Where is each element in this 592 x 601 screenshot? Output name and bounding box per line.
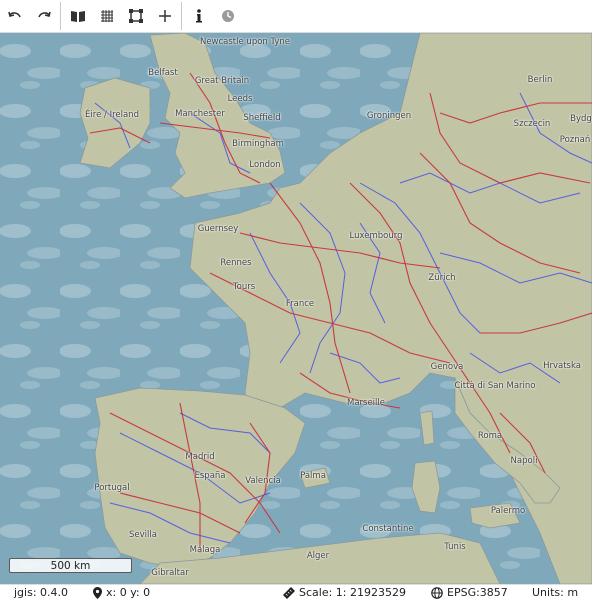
- open-layer-browser-button[interactable]: [63, 0, 92, 33]
- temporal-controller-button[interactable]: [213, 0, 242, 33]
- map-view[interactable]: Newcastle upon Tyne Belfast Great Britai…: [0, 33, 592, 584]
- ruler-icon: [283, 586, 295, 599]
- map-label: Alger: [306, 551, 330, 561]
- map-label: Hrvatska: [543, 361, 581, 371]
- toolbar: [0, 0, 592, 33]
- version-indicator: jgis: 0.4.0: [14, 586, 68, 599]
- add-raster-layer-button[interactable]: [92, 0, 121, 33]
- map-label: Madrid: [185, 452, 215, 462]
- add-vector-layer-button[interactable]: [121, 0, 150, 33]
- map-label: Palermo: [490, 506, 526, 516]
- map-label: Berlin: [527, 75, 553, 85]
- map-label: Valencia: [245, 476, 281, 486]
- map-label: Luxembourg: [349, 231, 403, 241]
- map-label: Birmingham: [232, 139, 284, 149]
- toolbar-separator: [181, 2, 182, 30]
- map-label: Newcastle upon Tyne: [199, 37, 291, 47]
- units-label: Units: m: [532, 586, 579, 599]
- map-label: Guernsey: [197, 224, 239, 234]
- map-label: Belfast: [148, 68, 178, 78]
- vector-shape-icon: [128, 9, 143, 23]
- scale-bar: 500 km: [9, 558, 132, 573]
- map-label: Rennes: [220, 258, 252, 268]
- map-label: Sheffield: [243, 113, 281, 123]
- map-label: Málaga: [189, 545, 221, 555]
- map-label: Napoli: [510, 456, 538, 466]
- map-label: Portugal: [94, 483, 130, 493]
- scale-bar-label: 500 km: [50, 559, 91, 572]
- redo-icon: [37, 11, 51, 18]
- layers-book-icon: [70, 11, 85, 22]
- map-label: Manchester: [175, 109, 225, 119]
- map-label: France: [285, 299, 315, 309]
- map-label: Groningen: [366, 111, 412, 121]
- scale-label: Scale: 1: 21923529: [299, 586, 406, 599]
- map-label: Sevilla: [129, 530, 157, 540]
- map-label: Zürich: [428, 273, 456, 283]
- undo-button[interactable]: [0, 0, 29, 33]
- map-label: Great Britain: [194, 76, 250, 86]
- scale-indicator: Scale: 1: 21923529: [283, 586, 406, 599]
- location-pin-icon: [93, 586, 102, 599]
- map-label: Genova: [430, 362, 464, 372]
- map-label: Éire / Ireland: [85, 110, 139, 120]
- identify-button[interactable]: [184, 0, 213, 33]
- cursor-coordinates: x: 0 y: 0: [93, 586, 150, 599]
- map-label: Szczecin: [513, 119, 551, 129]
- info-icon: [195, 9, 202, 23]
- redo-button[interactable]: [29, 0, 58, 33]
- globe-icon: [431, 586, 443, 599]
- map-label: España: [194, 471, 226, 481]
- map-label: Poznań: [559, 135, 591, 145]
- grid-icon: [100, 10, 113, 22]
- map-label: Constantine: [362, 524, 414, 534]
- coordinates-label: x: 0 y: 0: [106, 586, 151, 599]
- add-icon: [158, 10, 171, 22]
- map-label: Palma: [300, 471, 326, 481]
- map-label: Bydg: [570, 114, 592, 124]
- map-label: London: [249, 160, 281, 170]
- units-indicator: Units: m: [532, 586, 578, 599]
- map-label: Roma: [477, 431, 503, 441]
- epsg-label: EPSG:3857: [447, 586, 508, 599]
- new-layer-button[interactable]: [150, 0, 179, 33]
- map-label: Leeds: [227, 94, 253, 104]
- clock-icon: [221, 10, 234, 22]
- projection-indicator: EPSG:3857: [431, 586, 508, 599]
- toolbar-separator: [60, 2, 61, 30]
- map-label: Gibraltar: [151, 568, 189, 578]
- map-label: Marseille: [346, 398, 386, 408]
- undo-icon: [7, 11, 21, 18]
- status-bar: jgis: 0.4.0 x: 0 y: 0 Scale: 1: 21923529…: [0, 584, 592, 601]
- version-label: jgis: 0.4.0: [14, 586, 69, 599]
- map-label: Città di San Marino: [454, 381, 536, 391]
- map-label: Tours: [232, 282, 256, 292]
- map-label: Tunis: [444, 542, 466, 552]
